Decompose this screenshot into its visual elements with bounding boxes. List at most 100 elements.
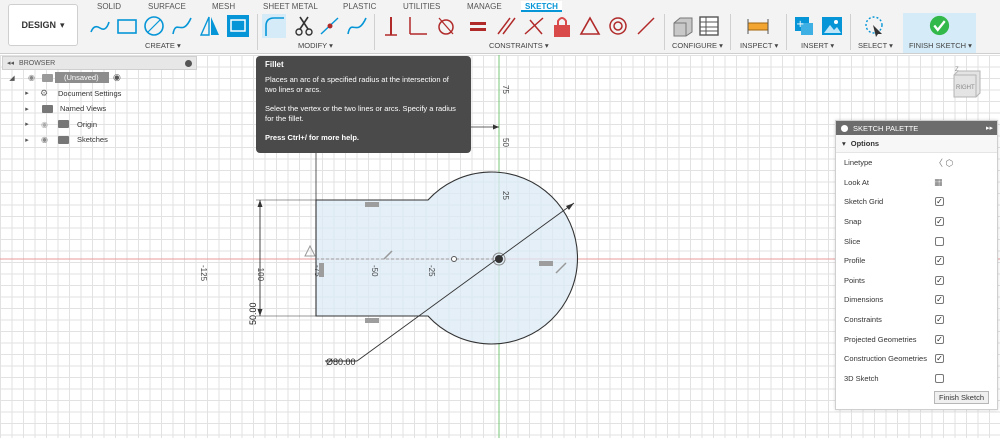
measure-icon[interactable] — [746, 14, 770, 38]
folder-icon — [58, 135, 69, 144]
diameter-dimension[interactable]: Ø80.00 — [326, 357, 356, 367]
tab-manage[interactable]: MANAGE — [467, 1, 502, 12]
line-icon[interactable] — [88, 14, 112, 38]
vertical-constraint-icon[interactable] — [319, 263, 324, 277]
palette-row-sketch-grid[interactable]: Sketch Grid ✓ — [836, 192, 997, 212]
browser-document-row[interactable]: ◢ ◉ (Unsaved) ◉ — [2, 70, 197, 86]
fix-lock-icon[interactable] — [550, 14, 574, 38]
record-icon[interactable]: ◉ — [113, 72, 121, 83]
checkbox-checked[interactable]: ✓ — [935, 275, 944, 285]
browser-item-document-settings[interactable]: ▸ ⚙ Document Settings — [2, 86, 197, 102]
checkbox-checked[interactable]: ✓ — [935, 256, 944, 266]
concentric-icon[interactable] — [434, 14, 458, 38]
tab-surface[interactable]: SURFACE — [148, 1, 186, 12]
checkbox-unchecked[interactable] — [935, 236, 944, 246]
checkbox-checked[interactable]: ✓ — [935, 354, 944, 364]
tab-mesh[interactable]: MESH — [212, 1, 235, 12]
palette-row-points[interactable]: Points ✓ — [836, 271, 997, 291]
offset-icon[interactable] — [318, 14, 342, 38]
checkbox-checked[interactable]: ✓ — [935, 197, 944, 207]
checkbox-unchecked[interactable] — [935, 373, 944, 383]
checkbox-checked[interactable]: ✓ — [935, 315, 944, 325]
workspace-switcher[interactable]: DESIGN ▾ — [8, 4, 78, 46]
palette-row-slice[interactable]: Slice — [836, 231, 997, 251]
pin-icon[interactable] — [841, 124, 848, 132]
palette-row-construction-geometries[interactable]: Construction Geometries ✓ — [836, 349, 997, 369]
checkbox-checked[interactable]: ✓ — [935, 295, 944, 305]
tab-solid[interactable]: SOLID — [97, 1, 121, 12]
inspect-group-label[interactable]: INSPECT ▾ — [740, 41, 778, 50]
browser-item-origin[interactable]: ▸ ◉ Origin — [2, 117, 197, 133]
rectangle-icon[interactable] — [115, 14, 139, 38]
project-icon[interactable] — [226, 14, 250, 38]
select-window-icon[interactable] — [862, 14, 886, 38]
eye-hidden-icon[interactable]: ◉ — [41, 120, 48, 129]
palette-row-profile[interactable]: Profile ✓ — [836, 251, 997, 271]
caret-down-icon[interactable]: ◢ — [8, 74, 16, 82]
insert-image-icon[interactable] — [820, 14, 844, 38]
tab-sheet-metal[interactable]: SHEET METAL — [263, 1, 318, 12]
insert-derive-icon[interactable]: + — [792, 14, 816, 38]
collapse-left-icon[interactable]: ◂◂ — [7, 59, 14, 67]
caret-right-icon[interactable]: ▸ — [23, 120, 31, 128]
options-section[interactable]: ▾ Options — [836, 135, 997, 153]
caret-right-icon[interactable]: ▸ — [23, 136, 31, 144]
checkbox-checked[interactable]: ✓ — [935, 217, 944, 227]
horizontal-constraint-icon[interactable] — [365, 202, 379, 207]
pin-icon[interactable] — [185, 59, 192, 67]
palette-row-linetype[interactable]: Linetype 〈 ⬡ — [836, 153, 997, 173]
ruler-label: -25 — [427, 265, 436, 277]
collinear-icon[interactable] — [405, 14, 429, 38]
equal-icon[interactable] — [466, 14, 490, 38]
look-at-icon[interactable]: ▦ — [934, 177, 943, 188]
tab-utilities[interactable]: UTILITIES — [403, 1, 440, 12]
perpendicular-icon[interactable] — [522, 14, 546, 38]
parameters-icon[interactable] — [670, 14, 694, 38]
arc-icon[interactable] — [170, 14, 194, 38]
checkbox-checked[interactable]: ✓ — [935, 334, 944, 344]
sketch-point[interactable] — [451, 256, 457, 262]
eye-icon[interactable]: ◉ — [28, 73, 35, 82]
symmetry-icon[interactable] — [634, 14, 658, 38]
circle-icon[interactable] — [142, 14, 166, 38]
finish-sketch-button[interactable]: Finish Sketch — [933, 391, 989, 404]
caret-right-icon[interactable]: ▸ — [23, 89, 31, 97]
sketch-profile[interactable] — [316, 172, 578, 344]
palette-row-snap[interactable]: Snap ✓ — [836, 212, 997, 232]
coincident-icon[interactable] — [379, 14, 403, 38]
caret-right-icon[interactable]: ▸ — [23, 105, 31, 113]
viewcube[interactable]: RIGHT — [952, 69, 982, 99]
select-group-label[interactable]: SELECT ▾ — [858, 41, 893, 50]
tab-sketch[interactable]: SKETCH — [521, 1, 562, 12]
constraints-group-label[interactable]: CONSTRAINTS ▾ — [489, 41, 549, 50]
midpoint-icon[interactable] — [578, 14, 602, 38]
palette-row-projected-geometries[interactable]: Projected Geometries ✓ — [836, 329, 997, 349]
browser-item-named-views[interactable]: ▸ Named Views — [2, 101, 197, 117]
palette-row-dimensions[interactable]: Dimensions ✓ — [836, 290, 997, 310]
trim-icon[interactable] — [292, 14, 316, 38]
tab-plastic[interactable]: PLASTIC — [343, 1, 376, 12]
palette-row-3d-sketch[interactable]: 3D Sketch — [836, 369, 997, 389]
insert-group-label[interactable]: INSERT ▾ — [801, 41, 834, 50]
horizontal-constraint-icon[interactable] — [365, 318, 379, 323]
linetype-icon[interactable]: 〈 ⬡ — [934, 156, 953, 169]
mirror-icon[interactable] — [198, 14, 222, 38]
table-icon[interactable] — [697, 14, 721, 38]
create-group-label[interactable]: CREATE ▾ — [145, 41, 181, 50]
horizontal-constraint-icon[interactable] — [539, 261, 553, 266]
tangent-icon[interactable] — [606, 14, 630, 38]
finish-sketch-group[interactable]: FINISH SKETCH ▾ — [903, 13, 976, 53]
parallel-icon[interactable] — [494, 14, 518, 38]
expand-right-icon[interactable]: ▸▸ — [986, 124, 993, 132]
palette-row-look-at[interactable]: Look At ▦ — [836, 173, 997, 193]
fillet-icon[interactable] — [262, 14, 286, 38]
finish-sketch-label[interactable]: FINISH SKETCH ▾ — [909, 41, 972, 50]
browser-item-sketches[interactable]: ▸ ◉ Sketches — [2, 132, 197, 148]
center-point[interactable] — [495, 255, 503, 263]
height-dimension[interactable]: 50.00 — [248, 302, 258, 325]
modify-group-label[interactable]: MODIFY ▾ — [298, 41, 333, 50]
sketch-scale-icon[interactable] — [345, 14, 369, 38]
palette-row-constraints[interactable]: Constraints ✓ — [836, 310, 997, 330]
eye-icon[interactable]: ◉ — [41, 135, 48, 144]
configure-group-label[interactable]: CONFIGURE ▾ — [672, 41, 723, 50]
